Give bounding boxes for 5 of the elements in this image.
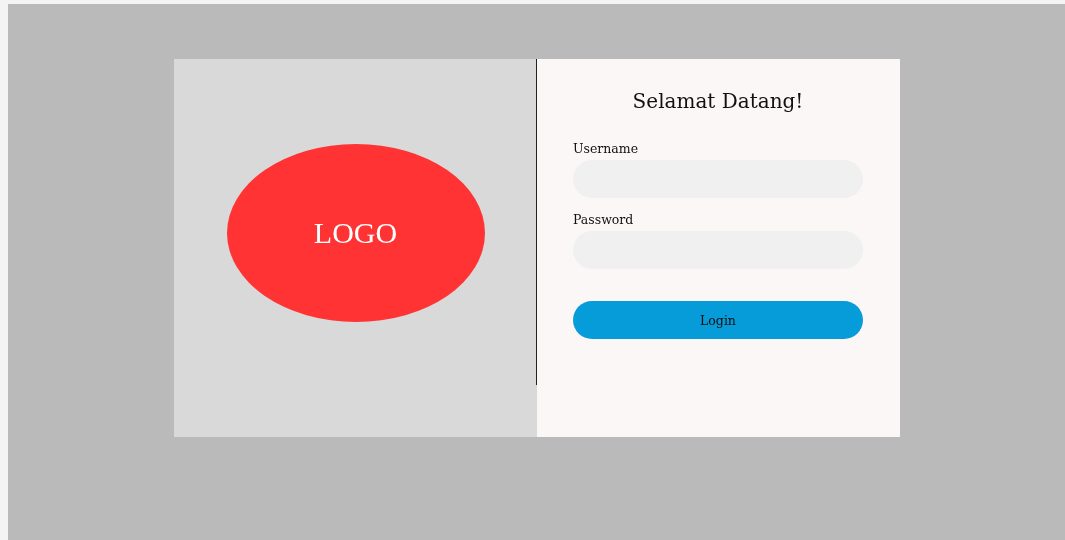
field-label: Password <box>573 212 635 227</box>
field-label: Username <box>573 141 640 156</box>
logo: LOGO <box>226 144 485 322</box>
welcome-title: Selamat Datang! <box>631 89 805 113</box>
login-button[interactable]: Login <box>573 301 863 339</box>
